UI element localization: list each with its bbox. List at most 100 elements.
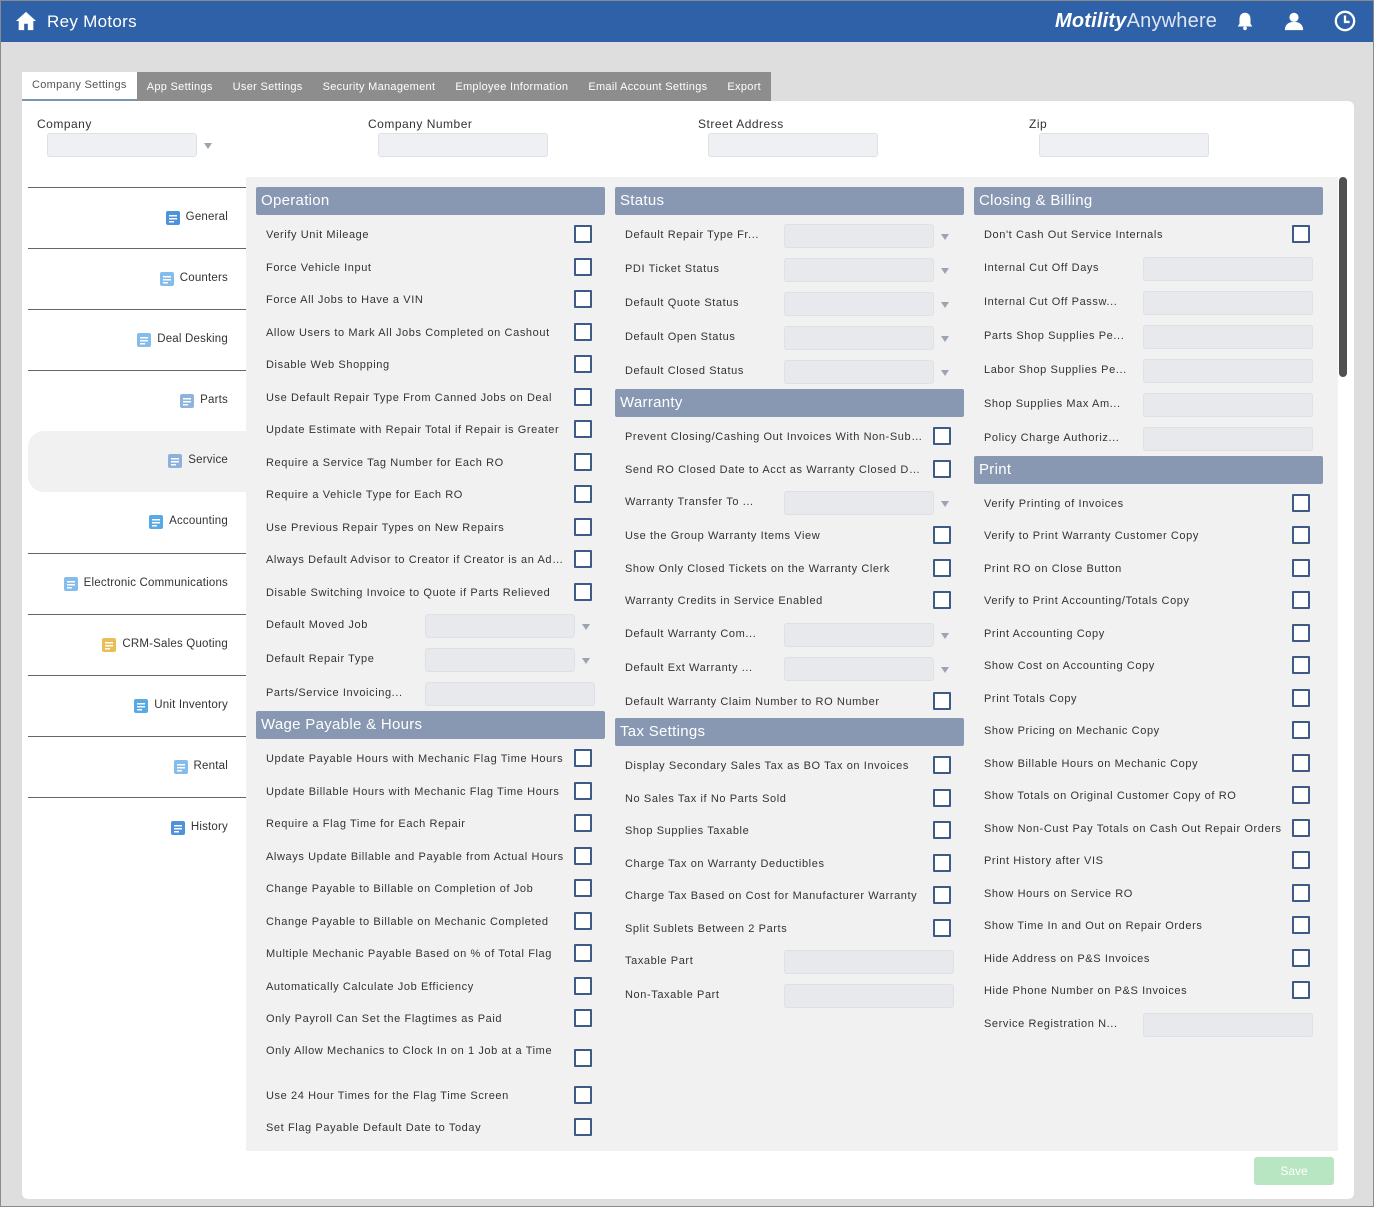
- tab-user-settings[interactable]: User Settings: [222, 72, 313, 101]
- setting-checkbox[interactable]: [933, 558, 951, 577]
- setting-select[interactable]: [784, 292, 949, 316]
- setting-checkbox[interactable]: [1292, 493, 1310, 512]
- setting-checkbox[interactable]: [933, 886, 951, 904]
- sidebar-item-history[interactable]: History: [28, 797, 246, 858]
- setting-checkbox[interactable]: [933, 788, 951, 807]
- tab-email-account-settings[interactable]: Email Account Settings: [578, 72, 718, 101]
- setting-text-input[interactable]: [1143, 392, 1313, 417]
- chevron-down-icon[interactable]: [941, 632, 949, 639]
- setting-select[interactable]: [784, 622, 949, 647]
- setting-checkbox[interactable]: [933, 427, 951, 445]
- setting-checkbox[interactable]: [933, 918, 951, 937]
- setting-checkbox[interactable]: [574, 257, 592, 276]
- setting-checkbox[interactable]: [933, 756, 951, 774]
- chevron-down-icon[interactable]: [941, 336, 949, 342]
- setting-checkbox[interactable]: [933, 691, 951, 710]
- setting-checkbox[interactable]: [574, 879, 592, 897]
- setting-text-input[interactable]: [1143, 1012, 1313, 1037]
- tab-export[interactable]: Export: [717, 72, 772, 101]
- sidebar-item-counters[interactable]: Counters: [28, 248, 246, 309]
- setting-checkbox[interactable]: [574, 517, 592, 536]
- setting-checkbox[interactable]: [1292, 526, 1310, 544]
- chevron-down-icon[interactable]: [204, 143, 212, 149]
- street-address-input[interactable]: [708, 133, 878, 157]
- setting-checkbox[interactable]: [574, 911, 592, 930]
- sidebar-item-unit-inventory[interactable]: Unit Inventory: [28, 675, 246, 736]
- sidebar-item-accounting[interactable]: Accounting: [28, 492, 246, 553]
- setting-checkbox[interactable]: [574, 322, 592, 341]
- setting-checkbox[interactable]: [1292, 688, 1310, 707]
- setting-checkbox[interactable]: [933, 821, 951, 839]
- chevron-down-icon[interactable]: [941, 302, 949, 308]
- setting-text-input[interactable]: [1143, 358, 1313, 383]
- setting-checkbox[interactable]: [574, 355, 592, 373]
- setting-checkbox[interactable]: [574, 452, 592, 471]
- home-icon[interactable]: [15, 10, 37, 32]
- setting-checkbox[interactable]: [1292, 818, 1310, 837]
- chevron-down-icon[interactable]: [941, 501, 949, 507]
- tab-company-settings[interactable]: Company Settings: [22, 72, 137, 101]
- chevron-down-icon[interactable]: [941, 268, 949, 274]
- setting-text-input[interactable]: [784, 950, 954, 974]
- sidebar-item-rental[interactable]: Rental: [28, 736, 246, 797]
- setting-checkbox[interactable]: [574, 225, 592, 243]
- setting-checkbox[interactable]: [574, 550, 592, 568]
- setting-checkbox[interactable]: [1292, 916, 1310, 934]
- setting-select[interactable]: [784, 224, 949, 248]
- sidebar-item-electronic-communications[interactable]: Electronic Communications: [28, 553, 246, 614]
- sidebar-item-general[interactable]: General: [28, 187, 246, 248]
- setting-checkbox[interactable]: [1292, 558, 1310, 577]
- setting-checkbox[interactable]: [574, 814, 592, 832]
- chevron-down-icon[interactable]: [582, 658, 590, 664]
- setting-checkbox[interactable]: [574, 944, 592, 962]
- setting-checkbox[interactable]: [574, 781, 592, 800]
- setting-checkbox[interactable]: [1292, 656, 1310, 674]
- setting-checkbox[interactable]: [1292, 753, 1310, 772]
- setting-select[interactable]: [784, 258, 949, 282]
- setting-select[interactable]: [784, 360, 949, 384]
- setting-checkbox[interactable]: [574, 846, 592, 865]
- save-button[interactable]: Save: [1254, 1157, 1334, 1185]
- sidebar-item-crm-sales-quoting[interactable]: CRM-Sales Quoting: [28, 614, 246, 675]
- zip-input[interactable]: [1039, 133, 1209, 157]
- chevron-down-icon[interactable]: [941, 234, 949, 240]
- chevron-down-icon[interactable]: [941, 370, 949, 376]
- setting-checkbox[interactable]: [1292, 786, 1310, 804]
- setting-checkbox[interactable]: [933, 591, 951, 609]
- bell-icon[interactable]: [1234, 10, 1256, 32]
- setting-select[interactable]: [425, 614, 590, 638]
- setting-select[interactable]: [784, 656, 949, 681]
- setting-select[interactable]: [784, 326, 949, 350]
- setting-checkbox[interactable]: [1292, 948, 1310, 967]
- setting-checkbox[interactable]: [933, 459, 951, 478]
- company-number-input[interactable]: [378, 133, 548, 157]
- setting-checkbox[interactable]: [574, 485, 592, 503]
- setting-checkbox[interactable]: [1292, 623, 1310, 642]
- setting-checkbox[interactable]: [1292, 721, 1310, 739]
- setting-checkbox[interactable]: [574, 1048, 592, 1067]
- setting-checkbox[interactable]: [574, 1009, 592, 1027]
- setting-select[interactable]: [784, 491, 949, 515]
- setting-select[interactable]: [425, 648, 590, 672]
- setting-checkbox[interactable]: [574, 1085, 592, 1104]
- setting-checkbox[interactable]: [1292, 851, 1310, 869]
- chevron-down-icon[interactable]: [941, 666, 949, 673]
- setting-text-input[interactable]: [1143, 324, 1313, 349]
- setting-checkbox[interactable]: [574, 749, 592, 767]
- scrollbar-thumb[interactable]: [1339, 177, 1347, 377]
- setting-checkbox[interactable]: [1292, 981, 1310, 999]
- chevron-down-icon[interactable]: [582, 624, 590, 630]
- setting-checkbox[interactable]: [1292, 225, 1310, 243]
- setting-checkbox[interactable]: [1292, 883, 1310, 902]
- setting-checkbox[interactable]: [574, 582, 592, 601]
- setting-checkbox[interactable]: [574, 1118, 592, 1136]
- setting-checkbox[interactable]: [574, 290, 592, 308]
- setting-text-input[interactable]: [784, 984, 954, 1008]
- setting-checkbox[interactable]: [574, 976, 592, 995]
- user-icon[interactable]: [1283, 10, 1305, 32]
- clock-icon[interactable]: [1334, 10, 1356, 32]
- setting-checkbox[interactable]: [574, 387, 592, 406]
- sidebar-item-deal-desking[interactable]: Deal Desking: [28, 309, 246, 370]
- setting-checkbox[interactable]: [933, 853, 951, 872]
- tab-security-management[interactable]: Security Management: [312, 72, 446, 101]
